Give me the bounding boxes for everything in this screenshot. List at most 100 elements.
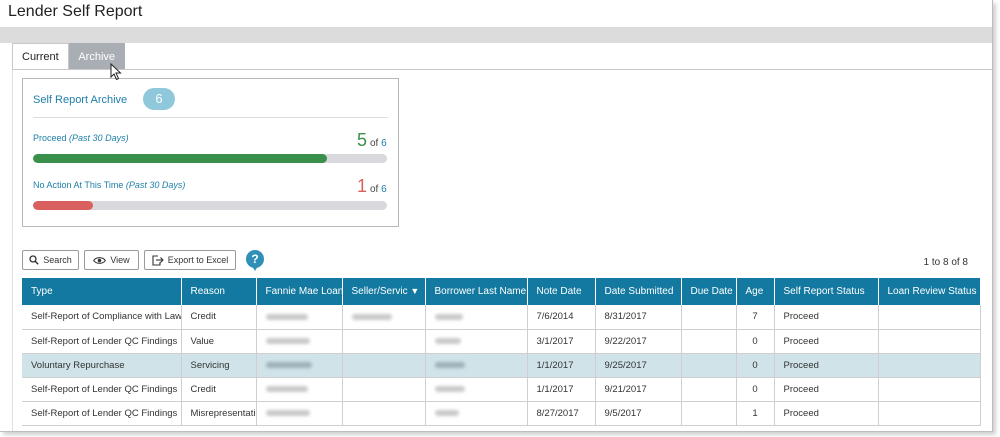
no-action-progress-bar	[33, 201, 387, 210]
table-row[interactable]: Self-Report of Lender QC Findings Misrep…	[22, 401, 981, 426]
cell-date-submitted: 9/5/2017	[595, 401, 682, 426]
no-action-count: 1	[357, 176, 368, 196]
page-title: Lender Self Report	[8, 3, 143, 20]
cell-status: Proceed	[774, 305, 879, 330]
card-divider	[33, 117, 388, 118]
cell-due-date	[681, 329, 737, 354]
cell-type: Self-Report of Lender QC Findings	[22, 401, 182, 426]
redacted-value	[265, 361, 312, 368]
cell-seller-redacted	[342, 377, 426, 402]
cell-seller-redacted	[342, 401, 426, 426]
cell-note-date: 3/1/2017	[527, 329, 596, 354]
proceed-label: Proceed (Past 30 Days)	[33, 133, 129, 143]
proceed-total: 6	[381, 138, 387, 149]
column-header-seller-servicer[interactable]: Seller/Servic ▼	[342, 278, 426, 305]
tab-divider	[12, 69, 992, 70]
redacted-value	[434, 337, 461, 344]
no-action-of-total: of 6	[370, 184, 387, 195]
cell-borrower-redacted	[425, 353, 528, 378]
cell-reason: Value	[181, 329, 257, 354]
no-action-progress-fill	[33, 201, 94, 210]
redacted-value	[434, 385, 465, 392]
column-header-loan-review-status[interactable]: Loan Review Status	[878, 278, 981, 305]
proceed-label-text: Proceed	[33, 133, 67, 143]
redacted-value	[265, 409, 310, 416]
cell-date-submitted: 9/25/2017	[595, 353, 682, 378]
cell-due-date	[681, 401, 737, 426]
cell-borrower-redacted	[425, 401, 528, 426]
self-report-table: Type Reason Fannie Mae Loan Seller/Servi…	[22, 278, 981, 426]
cell-reason: Servicing	[181, 353, 257, 378]
cell-reason: Credit	[181, 305, 257, 330]
view-button-label: View	[110, 255, 130, 265]
cell-age: 0	[736, 353, 775, 378]
cell-due-date	[681, 305, 737, 330]
cell-type: Self-Report of Compliance with Laws	[22, 305, 182, 330]
cell-note-date: 1/1/2017	[527, 377, 596, 402]
cell-type: Self-Report of Lender QC Findings	[22, 329, 182, 354]
column-header-reason[interactable]: Reason	[181, 278, 257, 305]
export-button-label: Export to Excel	[167, 255, 229, 265]
export-to-excel-button[interactable]: Export to Excel	[144, 250, 236, 270]
cell-review-status	[878, 305, 981, 330]
cell-note-date: 8/27/2017	[527, 401, 596, 426]
redacted-value	[434, 313, 463, 320]
column-header-fannie-mae-loan[interactable]: Fannie Mae Loan	[256, 278, 343, 305]
cell-borrower-redacted	[425, 305, 528, 330]
cell-status: Proceed	[774, 329, 879, 354]
redacted-value	[434, 409, 459, 416]
no-action-label: No Action At This Time (Past 30 Days)	[33, 180, 185, 190]
cell-seller-redacted	[342, 329, 426, 354]
column-header-age[interactable]: Age	[736, 278, 775, 305]
cell-seller-redacted	[342, 305, 426, 330]
cell-date-submitted: 8/31/2017	[595, 305, 682, 330]
redacted-value	[265, 313, 308, 320]
column-header-note-date[interactable]: Note Date	[527, 278, 596, 305]
cell-type: Voluntary Repurchase	[22, 353, 182, 378]
cell-date-submitted: 9/22/2017	[595, 329, 682, 354]
cell-loan-redacted	[256, 329, 343, 354]
proceed-progress-fill	[33, 154, 327, 163]
self-report-archive-card: Self Report Archive 6 Proceed (Past 30 D…	[22, 78, 399, 227]
eye-icon	[93, 256, 107, 264]
cell-due-date	[681, 353, 737, 378]
view-button[interactable]: View	[84, 250, 139, 270]
cell-loan-redacted	[256, 401, 343, 426]
archive-count-badge: 6	[143, 88, 175, 110]
tab-bar: Current Archive	[12, 43, 125, 70]
cell-review-status	[878, 401, 981, 426]
column-header-borrower-last-name[interactable]: Borrower Last Name	[425, 278, 528, 305]
cell-age: 0	[736, 329, 775, 354]
export-icon	[152, 254, 164, 266]
no-action-period: (Past 30 Days)	[125, 180, 186, 190]
cell-status: Proceed	[774, 353, 879, 378]
proceed-count: 5	[357, 130, 368, 150]
column-header-self-report-status[interactable]: Self Report Status	[774, 278, 879, 305]
cell-age: 0	[736, 377, 775, 402]
cell-review-status	[878, 353, 981, 378]
redacted-value	[265, 337, 310, 344]
cell-age: 7	[736, 305, 775, 330]
cell-seller-redacted	[342, 353, 426, 378]
no-action-of: of	[370, 184, 379, 195]
table-row[interactable]: Self-Report of Compliance with Laws Cred…	[22, 305, 981, 330]
column-header-date-submitted[interactable]: Date Submitted	[595, 278, 682, 305]
table-row[interactable]: Self-Report of Lender QC Findings Credit…	[22, 377, 981, 402]
help-icon[interactable]: ?	[246, 250, 264, 271]
search-button[interactable]: Search	[22, 250, 79, 270]
proceed-of: of	[370, 138, 379, 149]
card-title: Self Report Archive	[33, 94, 128, 106]
content-border	[12, 70, 13, 431]
cell-age: 1	[736, 401, 775, 426]
cell-loan-redacted	[256, 305, 343, 330]
column-header-due-date[interactable]: Due Date	[681, 278, 737, 305]
seller-servicer-header-label: Seller/Servic	[351, 286, 408, 297]
tab-current[interactable]: Current	[12, 43, 69, 70]
column-header-type[interactable]: Type	[22, 278, 182, 305]
cell-status: Proceed	[774, 401, 879, 426]
proceed-of-total: of 6	[370, 138, 387, 149]
sort-desc-icon: ▼	[410, 286, 420, 296]
table-row[interactable]: Self-Report of Lender QC Findings Value …	[22, 329, 981, 354]
table-row-selected[interactable]: Voluntary Repurchase Servicing 1/1/2017 …	[22, 353, 981, 378]
cell-review-status	[878, 377, 981, 402]
